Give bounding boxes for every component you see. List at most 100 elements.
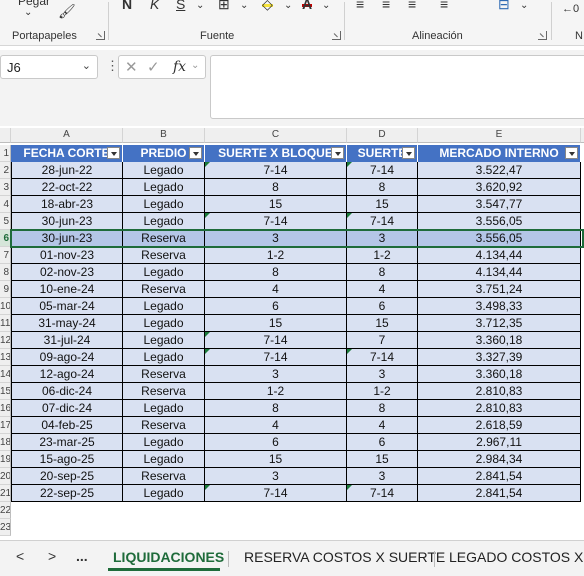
table-cell-suerte[interactable]: 3 (347, 468, 418, 485)
table-cell-fecha-corte[interactable]: 07-dic-24 (11, 400, 123, 417)
fill-color-icon[interactable]: ◇ (262, 0, 273, 11)
row-header[interactable]: 1 (0, 145, 11, 162)
font-color-icon[interactable]: A (302, 0, 313, 11)
table-cell-suerte-x-bloque[interactable]: 4 (205, 281, 347, 298)
row-header[interactable]: 18 (0, 434, 11, 451)
decrease-decimal-icon[interactable]: ←0 (562, 2, 579, 16)
table-header-suerte-x-bloque[interactable]: SUERTE X BLOQUE (205, 145, 347, 162)
row-header[interactable]: 10 (0, 298, 11, 315)
row-header[interactable]: 20 (0, 468, 11, 485)
filter-dropdown-icon[interactable] (331, 147, 344, 159)
table-cell-suerte[interactable]: 4 (347, 281, 418, 298)
table-header-suerte[interactable]: SUERTE (347, 145, 418, 162)
row-header[interactable]: 7 (0, 247, 11, 264)
table-cell-suerte-x-bloque[interactable]: 8 (205, 264, 347, 281)
table-cell-predio[interactable]: Reserva (123, 468, 205, 485)
table-cell-suerte-x-bloque[interactable]: 8 (205, 400, 347, 417)
table-cell-suerte[interactable]: 8 (347, 400, 418, 417)
select-all-corner[interactable] (0, 128, 11, 143)
filter-dropdown-icon[interactable] (107, 147, 120, 159)
row-header[interactable]: 14 (0, 366, 11, 383)
formula-input[interactable] (210, 55, 584, 119)
format-painter-icon[interactable]: 🖌 (58, 4, 76, 18)
table-cell-predio[interactable]: Legado (123, 264, 205, 281)
table-cell-fecha-corte[interactable]: 30-jun-23 (11, 230, 123, 247)
row-header[interactable]: 23 (0, 519, 11, 536)
row-header[interactable]: 4 (0, 196, 11, 213)
indent-icon[interactable]: ≡ (440, 0, 448, 11)
dialog-launcher-icon[interactable] (96, 31, 105, 40)
table-cell-predio[interactable]: Reserva (123, 366, 205, 383)
table-cell-mercado-interno[interactable]: 3.620,92 (418, 179, 581, 196)
table-cell-fecha-corte[interactable]: 12-ago-24 (11, 366, 123, 383)
table-cell-fecha-corte[interactable]: 18-abr-23 (11, 196, 123, 213)
table-cell-suerte[interactable]: 15 (347, 315, 418, 332)
row-header[interactable]: 5 (0, 213, 11, 230)
table-cell-suerte-x-bloque[interactable]: 7-14 (205, 332, 347, 349)
underline-icon[interactable]: S (176, 0, 185, 11)
table-cell-suerte-x-bloque[interactable]: 8 (205, 179, 347, 196)
enter-check-icon[interactable]: ✓ (147, 58, 160, 76)
filter-dropdown-icon[interactable] (189, 147, 202, 159)
table-cell-suerte-x-bloque[interactable]: 4 (205, 417, 347, 434)
table-cell-fecha-corte[interactable]: 20-sep-25 (11, 468, 123, 485)
table-cell-predio[interactable]: Legado (123, 451, 205, 468)
table-cell-suerte-x-bloque[interactable]: 15 (205, 196, 347, 213)
row-header[interactable]: 9 (0, 281, 11, 298)
table-cell-suerte-x-bloque[interactable]: 15 (205, 451, 347, 468)
table-cell-fecha-corte[interactable]: 02-nov-23 (11, 264, 123, 281)
insert-function-icon[interactable]: fx (173, 59, 186, 75)
table-cell-suerte[interactable]: 7-14 (347, 213, 418, 230)
table-header-fecha-corte[interactable]: FECHA CORTE (11, 145, 123, 162)
table-cell-suerte-x-bloque[interactable]: 3 (205, 468, 347, 485)
table-cell-suerte-x-bloque[interactable]: 3 (205, 366, 347, 383)
table-cell-predio[interactable]: Reserva (123, 230, 205, 247)
table-cell-fecha-corte[interactable]: 31-may-24 (11, 315, 123, 332)
table-cell-suerte[interactable]: 7-14 (347, 349, 418, 366)
table-cell-suerte[interactable]: 4 (347, 417, 418, 434)
table-cell-suerte[interactable]: 6 (347, 434, 418, 451)
table-cell-mercado-interno[interactable]: 2.618,59 (418, 417, 581, 434)
table-cell-fecha-corte[interactable]: 06-dic-24 (11, 383, 123, 400)
table-cell-suerte[interactable]: 6 (347, 298, 418, 315)
table-cell-suerte[interactable]: 1-2 (347, 247, 418, 264)
table-cell-fecha-corte[interactable]: 23-mar-25 (11, 434, 123, 451)
table-cell-fecha-corte[interactable]: 15-ago-25 (11, 451, 123, 468)
table-cell-predio[interactable]: Reserva (123, 417, 205, 434)
chevron-down-icon[interactable]: ⌄ (24, 6, 32, 20)
table-cell-fecha-corte[interactable]: 22-oct-22 (11, 179, 123, 196)
table-cell-fecha-corte[interactable]: 10-ene-24 (11, 281, 123, 298)
chevron-down-icon[interactable]: ⌄ (284, 0, 292, 13)
prev-sheet-icon[interactable]: < (16, 548, 24, 564)
table-cell-suerte[interactable]: 15 (347, 451, 418, 468)
row-header[interactable]: 21 (0, 485, 11, 502)
table-header-predio[interactable]: PREDIO (123, 145, 205, 162)
table-cell-mercado-interno[interactable]: 3.522,47 (418, 162, 581, 179)
row-header[interactable]: 11 (0, 315, 11, 332)
table-cell-fecha-corte[interactable]: 28-jun-22 (11, 162, 123, 179)
table-cell-suerte[interactable]: 15 (347, 196, 418, 213)
row-header[interactable]: 12 (0, 332, 11, 349)
row-header[interactable]: 13 (0, 349, 11, 366)
table-cell-suerte[interactable]: 7-14 (347, 162, 418, 179)
table-cell-predio[interactable]: Legado (123, 298, 205, 315)
more-sheets-icon[interactable]: ... (76, 548, 88, 564)
table-cell-fecha-corte[interactable]: 09-ago-24 (11, 349, 123, 366)
table-cell-mercado-interno[interactable]: 2.810,83 (418, 383, 581, 400)
table-cell-suerte[interactable]: 8 (347, 264, 418, 281)
table-cell-suerte-x-bloque[interactable]: 1-2 (205, 383, 347, 400)
row-header[interactable]: 3 (0, 179, 11, 196)
dialog-launcher-icon[interactable] (538, 31, 547, 40)
column-header-b[interactable]: B (123, 128, 205, 143)
align-left-icon[interactable]: ≡ (356, 0, 364, 11)
table-cell-mercado-interno[interactable]: 2.841,54 (418, 485, 581, 502)
column-header-a[interactable]: A (11, 128, 123, 143)
table-cell-suerte-x-bloque[interactable]: 6 (205, 298, 347, 315)
next-sheet-icon[interactable]: > (48, 548, 56, 564)
table-cell-fecha-corte[interactable]: 22-sep-25 (11, 485, 123, 502)
table-cell-fecha-corte[interactable]: 05-mar-24 (11, 298, 123, 315)
table-cell-suerte-x-bloque[interactable]: 3 (205, 230, 347, 247)
name-box[interactable]: J6 ⌄ (0, 55, 98, 79)
table-cell-mercado-interno[interactable]: 2.984,34 (418, 451, 581, 468)
table-cell-mercado-interno[interactable]: 3.360,18 (418, 366, 581, 383)
